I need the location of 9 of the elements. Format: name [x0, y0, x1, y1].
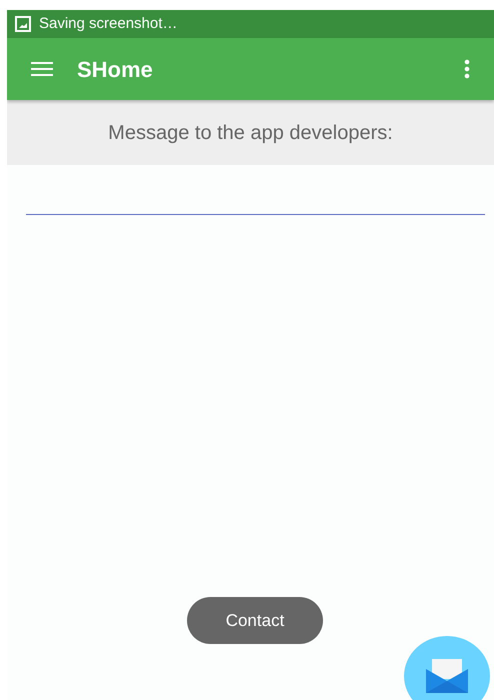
- toast-message: Contact: [187, 597, 323, 644]
- mail-button[interactable]: [404, 636, 490, 700]
- more-options-icon[interactable]: [464, 59, 470, 79]
- notification-text: Saving screenshot…: [39, 14, 178, 34]
- header-text: Message to the app developers:: [108, 120, 393, 146]
- menu-icon[interactable]: [31, 62, 53, 76]
- app-title: SHome: [77, 56, 154, 84]
- envelope-icon: [426, 659, 468, 693]
- image-icon: [15, 16, 31, 32]
